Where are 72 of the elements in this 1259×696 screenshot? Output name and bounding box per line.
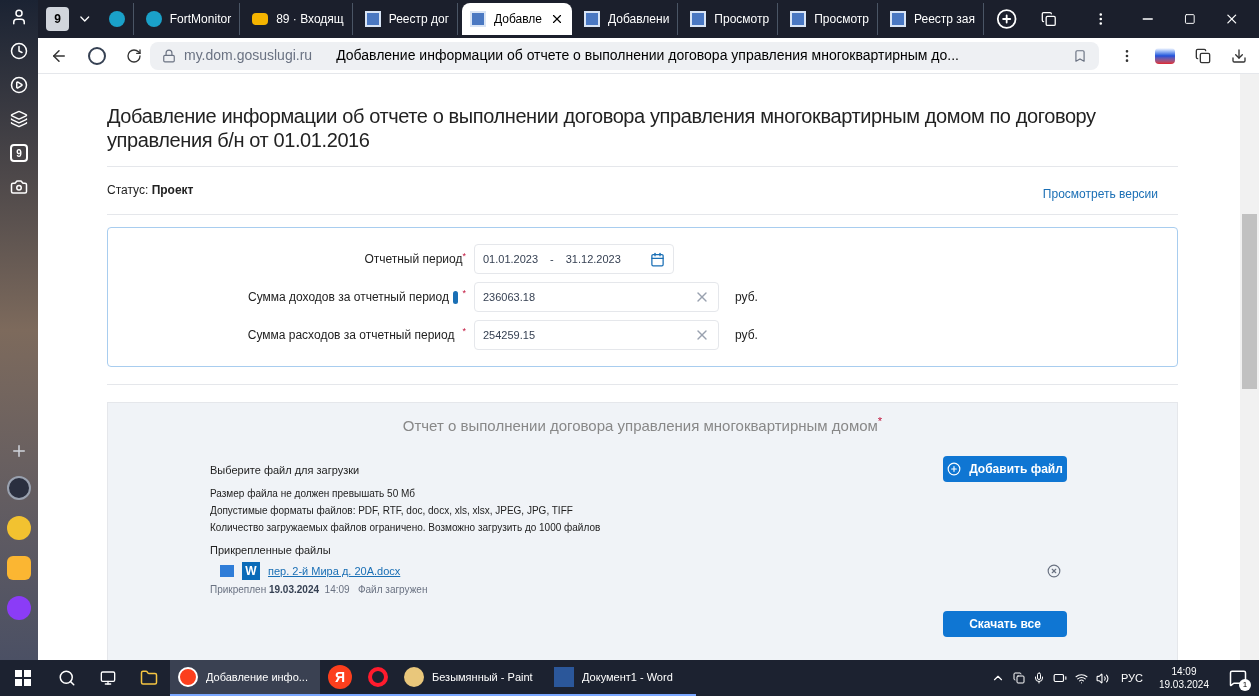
play-icon[interactable] (10, 76, 28, 94)
battery-icon[interactable] (1052, 671, 1067, 685)
new-tab-icon[interactable] (996, 8, 1018, 30)
taskbar-item[interactable]: Добавление инфо... (170, 660, 320, 696)
collections-icon[interactable] (10, 110, 28, 128)
clock[interactable]: 14:09 19.03.2024 (1158, 665, 1209, 691)
attached-files-label: Прикрепленные файлы (210, 542, 332, 558)
browser-tab[interactable]: FortMonitor (137, 3, 241, 35)
tabs-icon[interactable] (1041, 11, 1057, 27)
yandex-logo: Я (328, 665, 352, 689)
add-file-button[interactable]: Добавить файл (943, 455, 1067, 482)
remove-icon[interactable] (1047, 564, 1061, 578)
add-icon[interactable] (10, 442, 28, 460)
versions-link[interactable]: Просмотреть версии (1042, 185, 1158, 203)
browser-tab[interactable]: Просмотр (782, 3, 878, 35)
browser-tab[interactable]: Реестр дог (356, 3, 459, 35)
page-title: Добавление информации об отчете о выполнении договора управления многоквартирным до... (336, 46, 959, 65)
address-bar[interactable]: my.dom.gosuslugi.ru Добавление информации об отчете о выполнении договора управления многоквартирным до... (150, 41, 1099, 70)
site-domain: my.dom.gosuslugi.ru (184, 46, 313, 65)
field-label: Сумма доходов за отчетный период (248, 289, 449, 306)
profile-icon[interactable] (10, 8, 28, 26)
browser-tab[interactable]: 89 · Входящ (244, 3, 353, 35)
browser-tab[interactable]: Реестр зая (882, 3, 984, 35)
date-range-field[interactable]: 01.01.2023 - 31.12.2023 (474, 244, 674, 274)
section-title: Отчет о выполнении договора управления многоквартирным домом$^{*}$ (402, 417, 883, 434)
scrollbar[interactable] (1240, 74, 1259, 660)
reload-icon[interactable] (126, 47, 142, 64)
folder-icon[interactable] (140, 669, 158, 687)
tray-icon[interactable] (1012, 672, 1025, 684)
notification-count: 1 (1239, 679, 1251, 691)
browser-tab[interactable]: Просмотр (682, 3, 779, 35)
taskbar-item[interactable]: Документ1 - Word (546, 660, 696, 696)
lock-icon (162, 48, 176, 63)
word-file-icon: W (242, 562, 260, 580)
file-meta: Прикреплен 19.03.2024 14:09 Файл загружен (210, 583, 429, 597)
taskbar-item[interactable]: Безымянный - Paint (396, 660, 546, 696)
amount-field[interactable]: 236063.18 (474, 282, 719, 312)
history-icon[interactable] (10, 42, 28, 60)
amount-field[interactable]: 254259.15 (474, 320, 719, 350)
calendar-icon[interactable] (650, 251, 665, 267)
speaker-icon[interactable] (1095, 671, 1109, 685)
upload-rule: Размер файла не должен превышать 50 Мб (210, 486, 417, 501)
wifi-icon[interactable] (1074, 671, 1088, 685)
upload-rule: Количество загружаемых файлов ограничено. Возможно загрузить до 1000 файлов (210, 520, 602, 535)
download-icon[interactable] (1231, 47, 1247, 64)
bookmark-icon[interactable] (1073, 48, 1087, 63)
file-link[interactable]: пер. 2-й Мира д. 20А.docx (268, 562, 401, 580)
browser-tab[interactable]: Добавлени (576, 3, 679, 35)
browser-tab[interactable]: Добавле (462, 3, 573, 35)
unit-label: руб. (735, 327, 758, 344)
ring-icon (368, 667, 388, 687)
taskbar-item[interactable]: Я (320, 660, 360, 696)
unit-label: руб. (735, 289, 758, 306)
upload-rule: Допустимые форматы файлов: PDF, RTF, doc, docx, xls, xlsx, JPEG, JPG, TIFF (210, 503, 574, 518)
flag-icon[interactable] (1155, 47, 1175, 64)
upload-prompt: Выберите файл для загрузки (210, 462, 360, 478)
download-all-button[interactable]: Скачать все (943, 611, 1067, 637)
plus-icon (947, 461, 962, 476)
extension-icon[interactable] (1195, 47, 1211, 64)
notification-icon[interactable] (1229, 669, 1247, 687)
search-icon[interactable] (58, 669, 76, 687)
counter-badge[interactable]: 9 (10, 144, 28, 162)
language-indicator[interactable]: РУС (1120, 669, 1143, 687)
status-label: Статус: Проект (107, 182, 194, 199)
page-heading: Добавление информации об отчете о выполнении договора управления многоквартирным домом по договору управления б/н от 01.01.2016 (107, 104, 1097, 152)
restore-icon[interactable] (1183, 13, 1196, 25)
microphone-icon[interactable] (1032, 672, 1045, 684)
camera-icon[interactable] (10, 178, 28, 196)
task-view-icon[interactable] (100, 670, 116, 686)
field-label: Сумма расходов за отчетный период (247, 327, 455, 344)
field-label: Отчетный период$^{*}$ (363, 250, 466, 268)
tab-counter[interactable]: 9 (46, 7, 70, 31)
